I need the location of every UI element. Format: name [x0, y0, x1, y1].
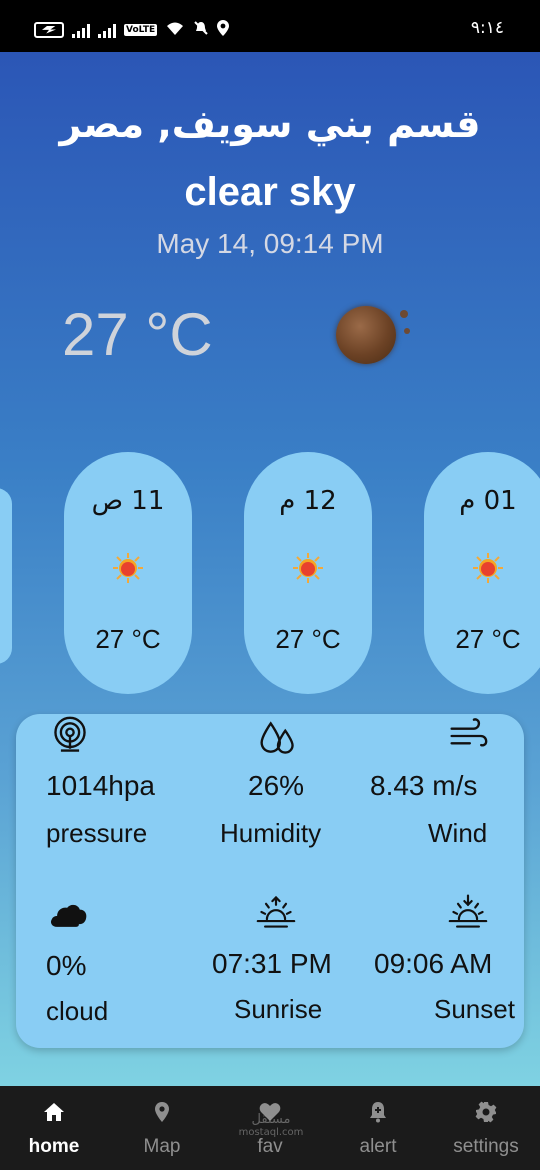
hourly-time: 01 م [459, 486, 517, 516]
volte-icon: VoLTE [124, 23, 158, 36]
hourly-temperature: 27 °C [95, 624, 161, 654]
sunrise-icon [256, 895, 296, 928]
status-time: ٩:١٤ [470, 18, 504, 38]
battery-saver-icon [34, 21, 64, 38]
city-name: قسم بني سويف, مصر [59, 102, 481, 146]
moon-star-dot [400, 310, 408, 318]
hourly-card-partial[interactable] [0, 488, 12, 664]
status-bar: VoLTE ٩:١٤ [0, 0, 540, 52]
nav-home-label: home [28, 1136, 80, 1157]
sunset-icon [448, 894, 488, 928]
nav-alert[interactable]: alert [324, 1086, 432, 1170]
cloud-icon [50, 904, 87, 927]
nav-home[interactable]: home [0, 1086, 108, 1170]
weather-condition: clear sky [184, 170, 356, 214]
nav-map-label: Map [143, 1136, 181, 1157]
hourly-card[interactable]: 12 م 27 °C [244, 452, 372, 694]
hourly-card[interactable]: 11 ص 27 °C [64, 452, 192, 694]
status-icons: VoLTE [34, 20, 230, 39]
sunset-label: Sunset [434, 994, 515, 1024]
weather-details-panel: 1014hpa pressure 26% Humidity 8.43 m/s W… [16, 714, 524, 1048]
cloud-label: cloud [46, 996, 109, 1026]
sun-icon [473, 553, 503, 583]
cloud-value: 0% [46, 950, 87, 981]
hourly-time: 12 م [279, 486, 337, 516]
gear-icon [475, 1101, 497, 1123]
mute-icon [193, 20, 209, 39]
pressure-value: 1014hpa [46, 770, 156, 801]
hourly-card[interactable]: 01 م 27 °C [424, 452, 540, 694]
moon-icon [336, 306, 396, 364]
sunset-value: 09:06 AM [374, 948, 493, 979]
nav-settings[interactable]: settings [432, 1086, 540, 1170]
signal-2-icon [98, 22, 116, 38]
humidity-label: Humidity [220, 818, 322, 848]
wind-value: 8.43 m/s [370, 770, 478, 801]
map-pin-icon [155, 1102, 169, 1122]
sun-icon [293, 553, 323, 583]
watermark-sub: mostaql.com [238, 1127, 304, 1138]
humidity-icon [260, 721, 294, 754]
hourly-temperature: 27 °C [275, 624, 341, 654]
sun-icon [113, 553, 143, 583]
current-datetime: May 14, 09:14 PM [156, 228, 384, 259]
humidity-value: 26% [248, 770, 305, 801]
signal-icon [72, 22, 90, 38]
hourly-temperature: 27 °C [455, 624, 521, 654]
moon-star-dot [404, 328, 410, 334]
nav-fav-label: fav [257, 1136, 283, 1157]
nav-settings-label: settings [453, 1136, 519, 1157]
wind-label: Wind [428, 818, 488, 848]
sunrise-label: Sunrise [234, 994, 323, 1024]
watermark-text: مستقل [251, 1112, 291, 1127]
current-temperature: 27 °C [62, 301, 213, 368]
nav-map[interactable]: Map [108, 1086, 216, 1170]
pressure-icon [54, 716, 86, 752]
bell-icon [370, 1102, 386, 1123]
watermark: مستقل mostaql.com [236, 1112, 306, 1138]
hourly-time: 11 ص [91, 486, 165, 516]
wind-icon [450, 718, 488, 747]
location-icon [217, 20, 230, 39]
sunrise-value: 07:31 PM [212, 948, 332, 979]
nav-alert-label: alert [359, 1136, 397, 1157]
weather-screen: قسم بني سويف, مصر clear sky May 14, 09:1… [0, 52, 540, 1086]
home-icon [44, 1103, 64, 1121]
wifi-icon [165, 20, 185, 39]
pressure-label: pressure [46, 818, 148, 848]
